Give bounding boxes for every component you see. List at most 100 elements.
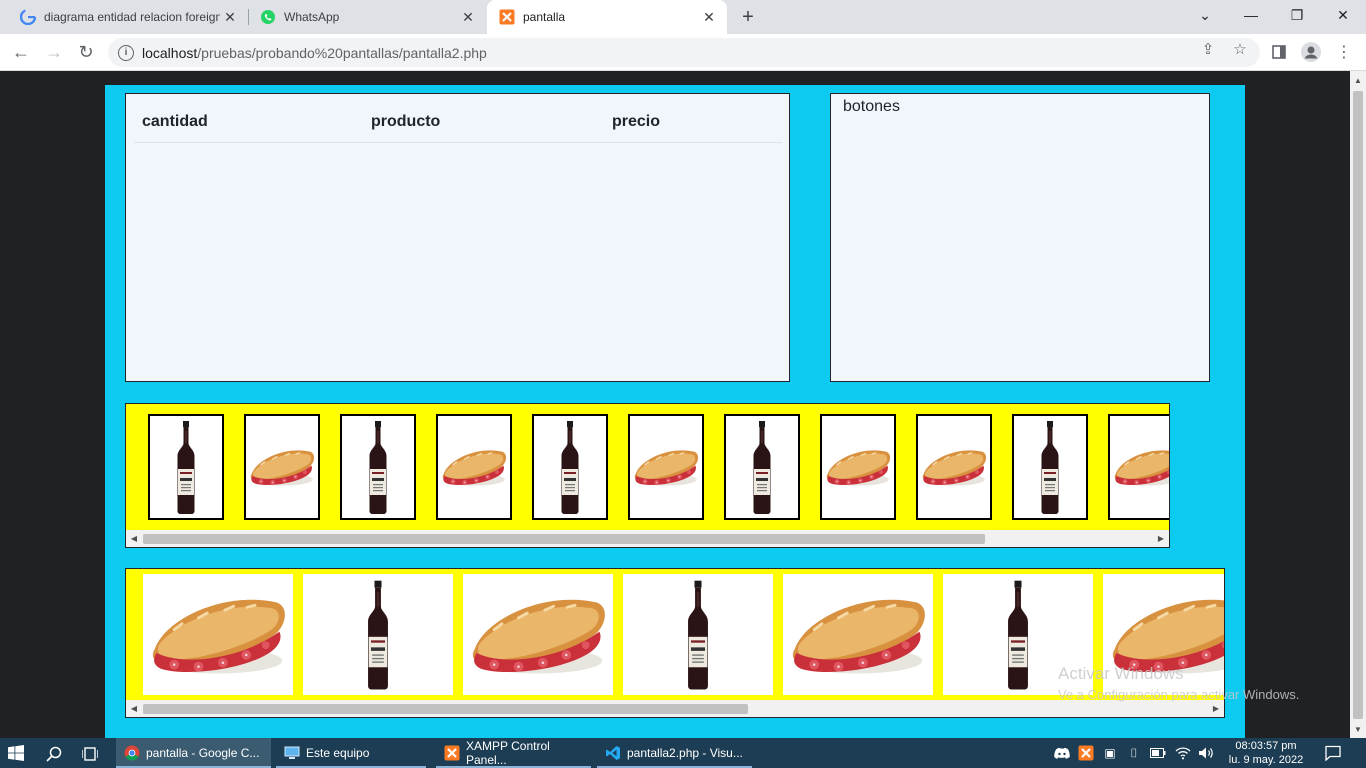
taskbar-app-chrome[interactable]: pantalla - Google C... [116,738,271,768]
close-tab-icon[interactable]: ✕ [699,7,719,27]
taskbar-app-explorer[interactable]: Este equipo [276,738,426,768]
tab-search-icon[interactable]: ⌄ [1182,0,1228,30]
pos-screen: cantidad producto precio botones ◀ ▶ ◀ ▶ [105,85,1245,738]
order-table-header: cantidad producto precio [134,102,782,143]
scroll-left-icon[interactable]: ◀ [129,533,139,543]
product-sandwich[interactable] [628,414,704,520]
product-wine-bottle[interactable] [303,574,453,695]
product-sandwich[interactable] [783,574,933,695]
horizontal-scrollbar[interactable]: ◀ ▶ [126,530,1169,547]
taskbar-app-label: Este equipo [306,746,370,760]
product-wine-bottle[interactable] [148,414,224,520]
product-wine-bottle[interactable] [1012,414,1088,520]
chrome-menu-icon[interactable]: ⋮ [1333,41,1355,63]
product-wine-bottle[interactable] [724,414,800,520]
clock-time: 08:03:57 pm [1235,740,1297,752]
product-sandwich[interactable] [916,414,992,520]
scroll-right-icon[interactable]: ▶ [1156,533,1166,543]
back-icon[interactable]: ← [7,38,35,66]
browser-toolbar: ← → ↻ i localhost/pruebas/probando%20pan… [0,34,1366,71]
tab-pantalla[interactable]: pantalla ✕ [487,0,727,34]
volume-icon[interactable] [1198,745,1214,761]
share-icon[interactable]: ⇪ [1199,40,1217,58]
restore-icon[interactable]: ❐ [1274,0,1320,30]
scroll-right-icon[interactable]: ▶ [1211,703,1221,713]
vertical-scrollbar[interactable]: ▲ ▼ [1350,71,1366,738]
taskbar-app-vscode[interactable]: pantalla2.php - Visu... [597,738,752,768]
sandwich-image [922,450,987,486]
page-viewport: cantidad producto precio botones ◀ ▶ ◀ ▶ [0,71,1350,738]
xampp-tray-icon[interactable] [1078,745,1094,761]
sandwich-image [792,599,925,674]
minimize-icon[interactable]: — [1228,0,1274,30]
product-wine-bottle[interactable] [623,574,773,695]
bookmark-star-icon[interactable]: ☆ [1231,40,1249,58]
col-precio: precio [612,113,661,130]
product-sandwich[interactable] [436,414,512,520]
product-sandwich[interactable] [820,414,896,520]
close-tab-icon[interactable]: ✕ [220,7,240,27]
new-tab-icon[interactable]: + [736,5,760,29]
address-bar[interactable]: i localhost/pruebas/probando%20pantallas… [108,38,1260,67]
url-path: /pruebas/probando%20pantallas/pantalla2.… [197,44,487,61]
notifications-icon[interactable] [1324,744,1342,762]
wine-bottle-image [368,580,388,690]
scroll-down-icon[interactable]: ▼ [1353,724,1363,734]
discord-icon[interactable] [1054,745,1070,761]
chrome-icon [124,745,140,761]
battery-icon[interactable] [1150,745,1166,761]
windows-start-icon[interactable] [8,745,24,761]
reload-icon[interactable]: ↻ [72,38,100,66]
scroll-up-icon[interactable]: ▲ [1353,75,1363,85]
activate-windows-watermark: Activar Windows Ve a Configuración para … [1058,664,1299,702]
product-sandwich[interactable] [244,414,320,520]
buttons-panel: botones [830,93,1210,382]
taskbar-app-xampp[interactable]: XAMPP Control Panel... [436,738,591,768]
product-sandwich[interactable] [463,574,613,695]
close-window-icon[interactable]: ✕ [1320,0,1366,30]
scroll-left-icon[interactable]: ◀ [129,703,139,713]
wine-bottle-image [561,421,579,514]
clock-date: lu. 9 may. 2022 [1228,754,1304,766]
task-view-icon[interactable] [80,744,100,764]
tab-title: WhatsApp [284,10,340,24]
product-wine-bottle[interactable] [340,414,416,520]
tab-title: pantalla [523,10,566,24]
scrollbar-thumb[interactable] [143,534,985,544]
product-wine-bottle[interactable] [532,414,608,520]
wine-bottle-image [369,421,387,514]
product-sandwich[interactable] [143,574,293,695]
close-tab-icon[interactable]: ✕ [458,7,478,27]
vertical-scrollbar-thumb[interactable] [1353,91,1363,719]
taskbar-clock[interactable]: 08:03:57 pm lu. 9 may. 2022 [1224,739,1308,767]
side-panel-icon[interactable] [1268,41,1290,63]
horizontal-scrollbar[interactable]: ◀ ▶ [126,700,1224,717]
whatsapp-icon [260,9,276,25]
scrollbar-thumb[interactable] [143,704,748,714]
tab-whatsapp[interactable]: WhatsApp ✕ [248,0,486,34]
tab-strip: diagrama entidad relacion foreign ✕ What… [0,0,1366,34]
taskbar-app-label: pantalla2.php - Visu... [627,746,743,760]
order-table: cantidad producto precio [134,102,782,143]
watermark-subtitle: Ve a Configuración para activar Windows. [1058,687,1300,702]
wifi-icon[interactable] [1175,745,1191,761]
network-device-icon[interactable]: ▣ [1102,745,1118,761]
col-producto: producto [371,113,441,130]
usb-icon[interactable]: ⌷ [1126,745,1142,761]
profile-avatar-icon[interactable] [1300,41,1322,63]
wine-bottle-image [1041,421,1059,514]
site-info-icon[interactable]: i [118,44,134,61]
sandwich-image [634,450,699,486]
watermark-title: Activar Windows [1058,664,1184,683]
wine-bottle-image [753,421,771,514]
product-strip-small[interactable]: ◀ ▶ [125,403,1170,548]
wine-bottle-image [177,421,195,514]
tab-google[interactable]: diagrama entidad relacion foreign ✕ [8,0,248,34]
forward-icon[interactable]: → [40,38,68,66]
product-sandwich[interactable] [1108,414,1169,520]
sandwich-image [826,450,891,486]
taskbar-app-label: pantalla - Google C... [146,746,260,760]
tab-title: diagrama entidad relacion foreign [44,10,220,24]
search-icon[interactable] [44,744,64,764]
xampp-icon [499,9,515,25]
